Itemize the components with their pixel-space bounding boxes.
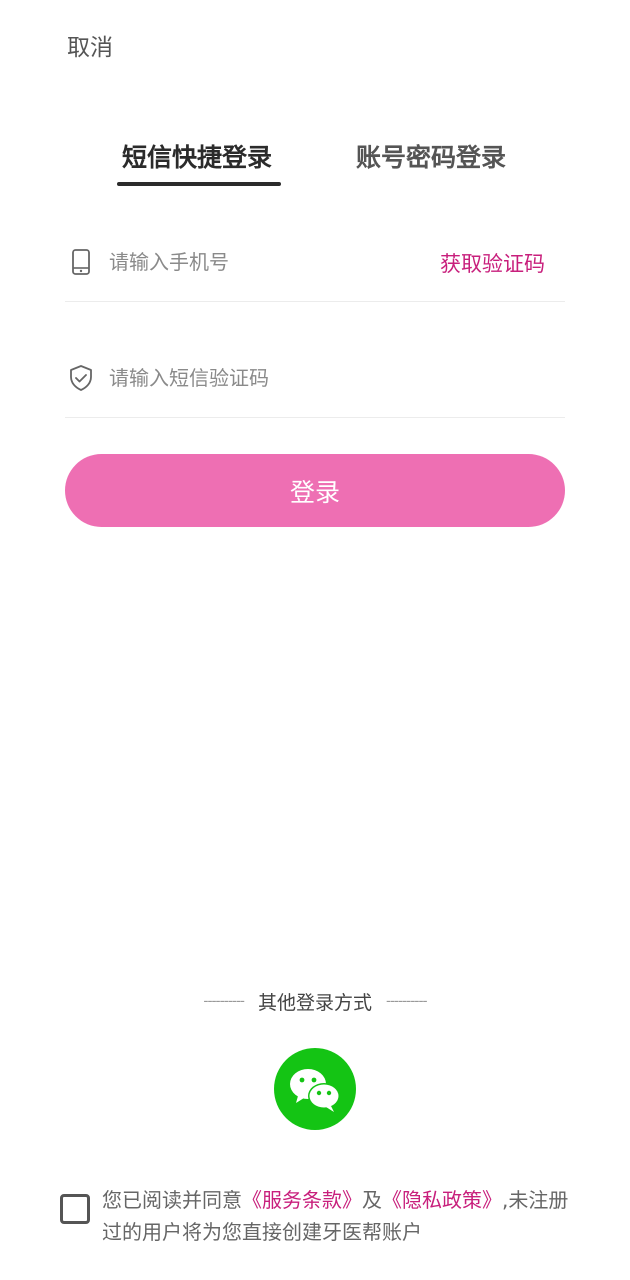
phone-icon — [67, 248, 95, 276]
active-tab-indicator — [117, 182, 281, 186]
agreement-prefix: 您已阅读并同意 — [102, 1188, 242, 1212]
login-tabs: 短信快捷登录 账号密码登录 — [0, 132, 630, 192]
sms-code-input[interactable] — [109, 360, 429, 396]
wechat-login-button[interactable] — [274, 1048, 356, 1130]
agreement-and: 及 — [362, 1188, 382, 1212]
agreement-text: 您已阅读并同意《服务条款》及《隐私政策》,未注册过的用户将为您直接创建牙医帮账户 — [102, 1184, 582, 1248]
wechat-icon — [290, 1069, 340, 1112]
tab-password-login[interactable]: 账号密码登录 — [356, 138, 506, 174]
terms-of-service-link[interactable]: 《服务条款》 — [242, 1188, 362, 1212]
cancel-button[interactable]: 取消 — [67, 28, 113, 62]
tab-sms-login[interactable]: 短信快捷登录 — [122, 138, 272, 174]
sms-code-field — [65, 348, 565, 418]
phone-input[interactable] — [109, 244, 429, 280]
phone-field: 获取验证码 — [65, 232, 565, 302]
get-code-button[interactable]: 获取验证码 — [440, 248, 545, 278]
divider-right: ---------- — [386, 993, 428, 1010]
agreement-checkbox[interactable] — [60, 1194, 90, 1224]
other-login-label: 其他登录方式 — [257, 992, 372, 1014]
shield-check-icon — [67, 364, 95, 392]
other-login-divider: ---------- 其他登录方式 ---------- — [0, 988, 630, 1015]
privacy-policy-link[interactable]: 《隐私政策》 — [382, 1188, 502, 1212]
divider-left: ---------- — [203, 993, 245, 1010]
login-button[interactable]: 登录 — [65, 454, 565, 527]
